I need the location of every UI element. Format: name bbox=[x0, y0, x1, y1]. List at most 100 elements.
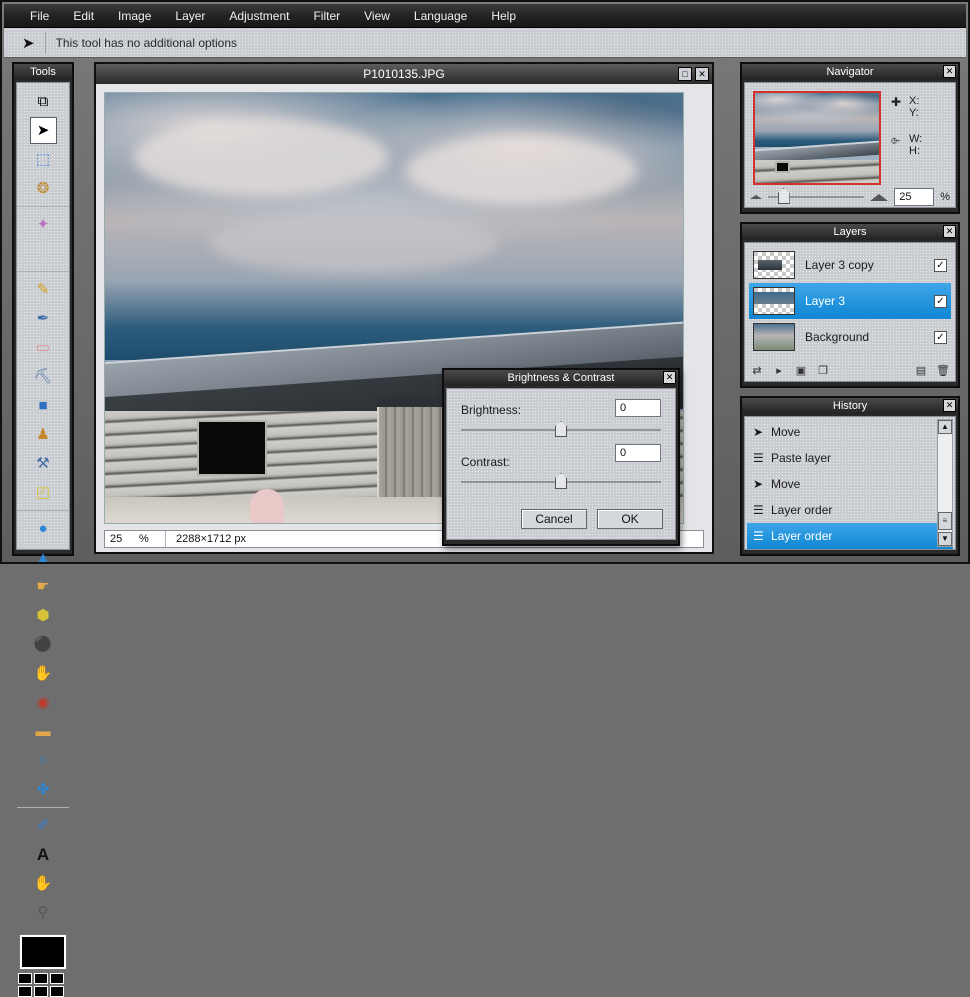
close-icon[interactable]: ✕ bbox=[943, 399, 956, 412]
layer-mask-button[interactable]: ▣ bbox=[793, 364, 809, 377]
navigator-info: ✚ X: Y: ⌱ W: H: bbox=[881, 91, 947, 199]
zoom-slider-track[interactable] bbox=[768, 188, 865, 204]
menu-item-layer[interactable]: Layer bbox=[163, 6, 217, 26]
close-icon[interactable]: ✕ bbox=[943, 65, 956, 78]
layer-visibility-checkbox[interactable]: ✓ bbox=[934, 294, 947, 308]
eraser-tool[interactable]: ▭ bbox=[30, 334, 57, 361]
history-titlebar[interactable]: History ✕ bbox=[742, 398, 958, 414]
layer-row[interactable]: Layer 3 copy ✓ bbox=[749, 247, 951, 283]
pencil-tool[interactable]: ✎ bbox=[30, 276, 57, 303]
document-icon: ☰ bbox=[753, 503, 764, 517]
close-icon[interactable]: ✕ bbox=[943, 225, 956, 238]
zoom-level-value[interactable]: 25 bbox=[105, 533, 139, 545]
tools-panel: Tools ⧉ ➤ ⬚ ❂ ✦ ✎ ✒ ▭ ⛏ ■ ♟ ⚒ ◰ ● ▲ ☛ ⬢ … bbox=[12, 62, 74, 997]
new-layer-button[interactable]: ❐ bbox=[815, 364, 831, 377]
palette-swatch[interactable] bbox=[50, 973, 64, 984]
layers-titlebar[interactable]: Layers ✕ bbox=[742, 224, 958, 240]
zoom-tool[interactable]: ⚲ bbox=[30, 899, 57, 926]
history-item[interactable]: ☰ Paste layer bbox=[747, 445, 953, 471]
zoom-out-icon[interactable] bbox=[750, 195, 762, 199]
opacity-button[interactable]: ▸ bbox=[771, 364, 787, 377]
duplicate-layer-button[interactable]: ▤ bbox=[913, 364, 929, 377]
blur-tool[interactable]: ● bbox=[30, 515, 57, 542]
retouch-tool[interactable]: ⚒ bbox=[30, 450, 57, 477]
menu-item-edit[interactable]: Edit bbox=[61, 6, 106, 26]
history-item[interactable]: ☰ Layer order bbox=[747, 497, 953, 523]
foreground-color-swatch[interactable] bbox=[19, 934, 67, 970]
scrollbar-thumb[interactable]: ≡ bbox=[938, 512, 952, 530]
bloat-tool[interactable]: ○ bbox=[30, 747, 57, 774]
burn-tool[interactable]: ✋ bbox=[30, 660, 57, 687]
magic-wand-tool[interactable]: ✦ bbox=[30, 211, 57, 238]
navigator-thumbnail[interactable] bbox=[753, 91, 881, 185]
w-label: W: bbox=[909, 133, 923, 145]
contrast-slider-track[interactable] bbox=[461, 473, 661, 489]
dialog-titlebar[interactable]: Brightness & Contrast ✕ bbox=[444, 370, 678, 386]
zoom-unit-label: % bbox=[940, 191, 950, 203]
brightness-slider-track[interactable] bbox=[461, 421, 661, 437]
palette-swatch[interactable] bbox=[34, 986, 48, 997]
zoom-in-icon[interactable] bbox=[870, 193, 889, 201]
palette-swatch[interactable] bbox=[18, 986, 32, 997]
maximize-icon[interactable]: □ bbox=[678, 67, 692, 81]
delete-layer-button[interactable]: 🗑 bbox=[935, 364, 951, 377]
menu-item-language[interactable]: Language bbox=[402, 6, 479, 26]
menu-item-adjustment[interactable]: Adjustment bbox=[217, 6, 301, 26]
zoom-slider-thumb[interactable] bbox=[777, 188, 790, 204]
menu-item-view[interactable]: View bbox=[352, 6, 402, 26]
divider bbox=[17, 206, 69, 207]
cancel-button[interactable]: Cancel bbox=[521, 509, 587, 529]
brightness-slider-thumb[interactable] bbox=[555, 421, 567, 437]
contrast-input[interactable]: 0 bbox=[615, 444, 661, 462]
history-scrollbar[interactable]: ▲ ≡ ▼ bbox=[937, 419, 953, 547]
paintbrush-tool[interactable]: ✒ bbox=[30, 305, 57, 332]
palette-swatch[interactable] bbox=[50, 986, 64, 997]
dodge-tool[interactable]: ⚫ bbox=[30, 631, 57, 658]
pinch-tool[interactable]: ✤ bbox=[30, 776, 57, 803]
zoom-input[interactable]: 25 bbox=[894, 188, 935, 206]
clone-stamp-tool[interactable]: ♟ bbox=[30, 421, 57, 448]
eyedropper-tool[interactable]: ✐ bbox=[30, 812, 57, 839]
image-window-titlebar[interactable]: P1010135.JPG □ ✕ bbox=[96, 64, 712, 84]
rectangle-select-tool[interactable]: ⬚ bbox=[30, 146, 57, 173]
palette-swatch[interactable] bbox=[18, 973, 32, 984]
lasso-select-tool[interactable]: ❂ bbox=[30, 175, 57, 202]
history-item[interactable]: ➤ Move bbox=[747, 419, 953, 445]
history-item[interactable]: ➤ Move bbox=[747, 471, 953, 497]
cabin-window bbox=[197, 419, 267, 476]
menu-item-filter[interactable]: Filter bbox=[301, 6, 352, 26]
ok-button[interactable]: OK bbox=[597, 509, 663, 529]
scroll-up-button[interactable]: ▲ bbox=[938, 420, 952, 434]
close-icon[interactable]: ✕ bbox=[695, 67, 709, 81]
zoom-percent-label: % bbox=[139, 533, 149, 545]
move-tool[interactable]: ➤ bbox=[29, 117, 57, 144]
pill-tool[interactable]: ▬ bbox=[30, 718, 57, 745]
shape-tool[interactable]: ◰ bbox=[30, 479, 57, 506]
close-icon[interactable]: ✕ bbox=[663, 371, 676, 384]
contrast-slider-thumb[interactable] bbox=[555, 473, 567, 489]
history-item[interactable]: ☰ Layer order bbox=[747, 523, 953, 549]
palette-swatch[interactable] bbox=[34, 973, 48, 984]
scroll-down-button[interactable]: ▼ bbox=[938, 532, 952, 546]
layers-panel: Layers ✕ Layer 3 copy ✓ Layer 3 ✓ Backgr… bbox=[740, 222, 960, 388]
sharpen-tool[interactable]: ▲ bbox=[30, 544, 57, 571]
layer-row[interactable]: Background ✓ bbox=[749, 319, 951, 355]
dialog-buttons: Cancel OK bbox=[521, 509, 663, 529]
crop-tool[interactable]: ⧉ bbox=[30, 88, 57, 115]
gradient-tool[interactable]: ■ bbox=[30, 392, 57, 419]
layer-visibility-checkbox[interactable]: ✓ bbox=[934, 330, 947, 344]
brightness-input[interactable]: 0 bbox=[615, 399, 661, 417]
red-eye-tool[interactable]: ◉ bbox=[30, 689, 57, 716]
menu-item-file[interactable]: File bbox=[18, 6, 61, 26]
text-tool[interactable]: A bbox=[30, 841, 57, 868]
blend-mode-button[interactable]: ⇄ bbox=[749, 364, 765, 377]
menu-item-help[interactable]: Help bbox=[479, 6, 528, 26]
navigator-titlebar[interactable]: Navigator ✕ bbox=[742, 64, 958, 80]
hand-tool[interactable]: ✋ bbox=[30, 870, 57, 897]
menu-item-image[interactable]: Image bbox=[106, 6, 163, 26]
sponge-tool[interactable]: ⬢ bbox=[30, 602, 57, 629]
paint-bucket-tool[interactable]: ⛏ bbox=[30, 363, 57, 390]
smudge-tool[interactable]: ☛ bbox=[30, 573, 57, 600]
layer-row[interactable]: Layer 3 ✓ bbox=[749, 283, 951, 319]
layer-visibility-checkbox[interactable]: ✓ bbox=[934, 258, 947, 272]
